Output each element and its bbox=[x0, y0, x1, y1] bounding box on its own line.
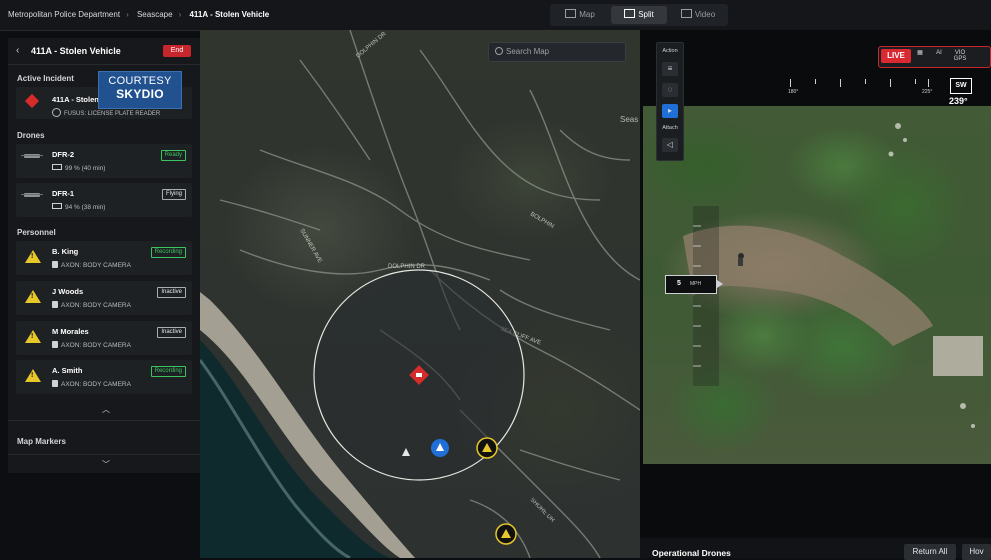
operational-drones-title: Operational Drones bbox=[652, 548, 731, 558]
status-badge: Recording bbox=[150, 366, 186, 377]
status-badge: Inactive bbox=[157, 327, 186, 338]
compass-strip: 180° 225° bbox=[788, 79, 940, 95]
battery-icon bbox=[52, 203, 62, 209]
battery-icon bbox=[52, 164, 62, 170]
top-bar: Metropolitan Police Department › Seascape… bbox=[0, 0, 991, 31]
body-camera-icon bbox=[52, 301, 58, 308]
split-icon bbox=[624, 9, 636, 18]
breadcrumb: Metropolitan Police Department › Seascape… bbox=[8, 10, 275, 19]
body-camera-icon bbox=[52, 380, 58, 387]
compass-tick-label: 225° bbox=[922, 89, 933, 95]
body-camera-icon bbox=[52, 261, 58, 268]
street-label: DOLPHIN DR bbox=[388, 264, 426, 270]
tab-video[interactable]: Video bbox=[670, 6, 726, 24]
map-search-input[interactable]: Search Map bbox=[488, 42, 626, 62]
map-markers-heading[interactable]: Map Markers bbox=[17, 437, 66, 446]
map-view[interactable]: DOLPHIN DR SUNNER AVE DOLPHIN DR BOLPHIN… bbox=[200, 30, 640, 558]
audio-icon[interactable]: ◁ bbox=[662, 138, 678, 152]
video-pane: 180° 225° SW 239° LIVE ▦ AI VIO GPS bbox=[640, 30, 991, 558]
personnel-card[interactable]: A. Smith AXON: BODY CAMERA Recording bbox=[16, 360, 192, 394]
heading-direction: SW bbox=[950, 78, 972, 94]
map-canvas: DOLPHIN DR SUNNER AVE DOLPHIN DR BOLPHIN… bbox=[200, 30, 640, 558]
drone-card-dfr-1[interactable]: DFR-1 94 % (38 min) Flying bbox=[16, 183, 192, 217]
chevron-right-icon: › bbox=[178, 10, 182, 19]
street-label: SUNNER AVE bbox=[298, 228, 322, 264]
personnel-card[interactable]: J Woods AXON: BODY CAMERA Inactive bbox=[16, 281, 192, 315]
stream-status-group: LIVE ▦ AI VIO GPS bbox=[878, 46, 991, 68]
operational-drones-bar: Operational Drones Return All Hov bbox=[640, 538, 991, 560]
personnel-marker[interactable] bbox=[476, 437, 498, 459]
altitude-scale bbox=[693, 206, 719, 386]
collapse-chevron-up-icon[interactable]: ︿ bbox=[102, 404, 110, 415]
follow-icon[interactable]: ▸ bbox=[662, 104, 678, 118]
divider bbox=[8, 420, 200, 421]
status-badge: Recording bbox=[150, 247, 186, 258]
drone-marker[interactable] bbox=[431, 439, 449, 457]
menu-icon[interactable]: ≡ bbox=[662, 62, 678, 76]
tab-map[interactable]: Map bbox=[552, 6, 608, 24]
chevron-right-icon: › bbox=[126, 10, 129, 19]
panel-header: ‹ 411A - Stolen Vehicle End bbox=[8, 38, 200, 65]
structure-roof bbox=[933, 336, 983, 376]
map-icon bbox=[565, 9, 577, 18]
drone-card-dfr-2[interactable]: DFR-2 99 % (40 min) Ready bbox=[16, 144, 192, 178]
compass-tick-label: 180° bbox=[788, 89, 799, 95]
action-panel: Action ≡ ◌ ▸ Attach ◁ bbox=[656, 42, 684, 161]
personnel-marker[interactable] bbox=[495, 523, 517, 545]
warning-icon bbox=[25, 290, 41, 303]
grid-icon[interactable]: ▦ bbox=[914, 50, 926, 62]
warning-icon bbox=[25, 330, 41, 343]
divider bbox=[8, 454, 200, 455]
panel-title: 411A - Stolen Vehicle bbox=[31, 46, 121, 56]
fusus-icon bbox=[52, 108, 61, 117]
personnel-card[interactable]: M Morales AXON: BODY CAMERA Inactive bbox=[16, 321, 192, 355]
ai-indicator: AI bbox=[936, 50, 942, 56]
warning-icon bbox=[25, 250, 41, 263]
warning-icon bbox=[25, 369, 41, 382]
map-place-label: Seas bbox=[620, 115, 639, 124]
back-arrow-icon[interactable]: ‹ bbox=[16, 45, 19, 56]
breadcrumb-dept[interactable]: Metropolitan Police Department bbox=[8, 10, 120, 19]
search-icon bbox=[495, 47, 503, 55]
vio-indicator: VIO GPS bbox=[953, 50, 967, 62]
personnel-heading: Personnel bbox=[17, 228, 56, 237]
tab-split[interactable]: Split bbox=[611, 6, 667, 24]
heading-degrees: 239° bbox=[949, 96, 968, 106]
street-label: BOLPHIN bbox=[529, 212, 555, 230]
courtesy-watermark: COURTESY SKYDIO bbox=[98, 71, 182, 109]
speed-readout: 5 MPH bbox=[665, 275, 723, 294]
body-camera-icon bbox=[52, 341, 58, 348]
live-badge[interactable]: LIVE bbox=[881, 49, 911, 63]
incident-alert-icon bbox=[24, 93, 40, 109]
view-mode-switch: Map Split Video bbox=[550, 4, 728, 26]
status-badge: Flying bbox=[161, 189, 186, 200]
drone-icon bbox=[21, 154, 43, 158]
end-incident-button[interactable]: End bbox=[163, 45, 191, 57]
active-incident-heading: Active Incident bbox=[17, 74, 74, 83]
video-icon bbox=[680, 9, 692, 18]
breadcrumb-incident: 411A - Stolen Vehicle bbox=[189, 10, 270, 19]
status-badge: Inactive bbox=[157, 287, 186, 298]
expand-chevron-down-icon[interactable]: ﹀ bbox=[102, 459, 110, 470]
breadcrumb-area[interactable]: Seascape bbox=[137, 10, 173, 19]
drones-heading: Drones bbox=[17, 131, 45, 140]
orbit-icon[interactable]: ◌ bbox=[662, 83, 678, 97]
drone-icon bbox=[21, 193, 43, 197]
personnel-card[interactable]: B. King AXON: BODY CAMERA Recording bbox=[16, 241, 192, 275]
status-badge: Ready bbox=[160, 150, 186, 161]
street-label: DOLPHIN DR bbox=[355, 31, 388, 60]
